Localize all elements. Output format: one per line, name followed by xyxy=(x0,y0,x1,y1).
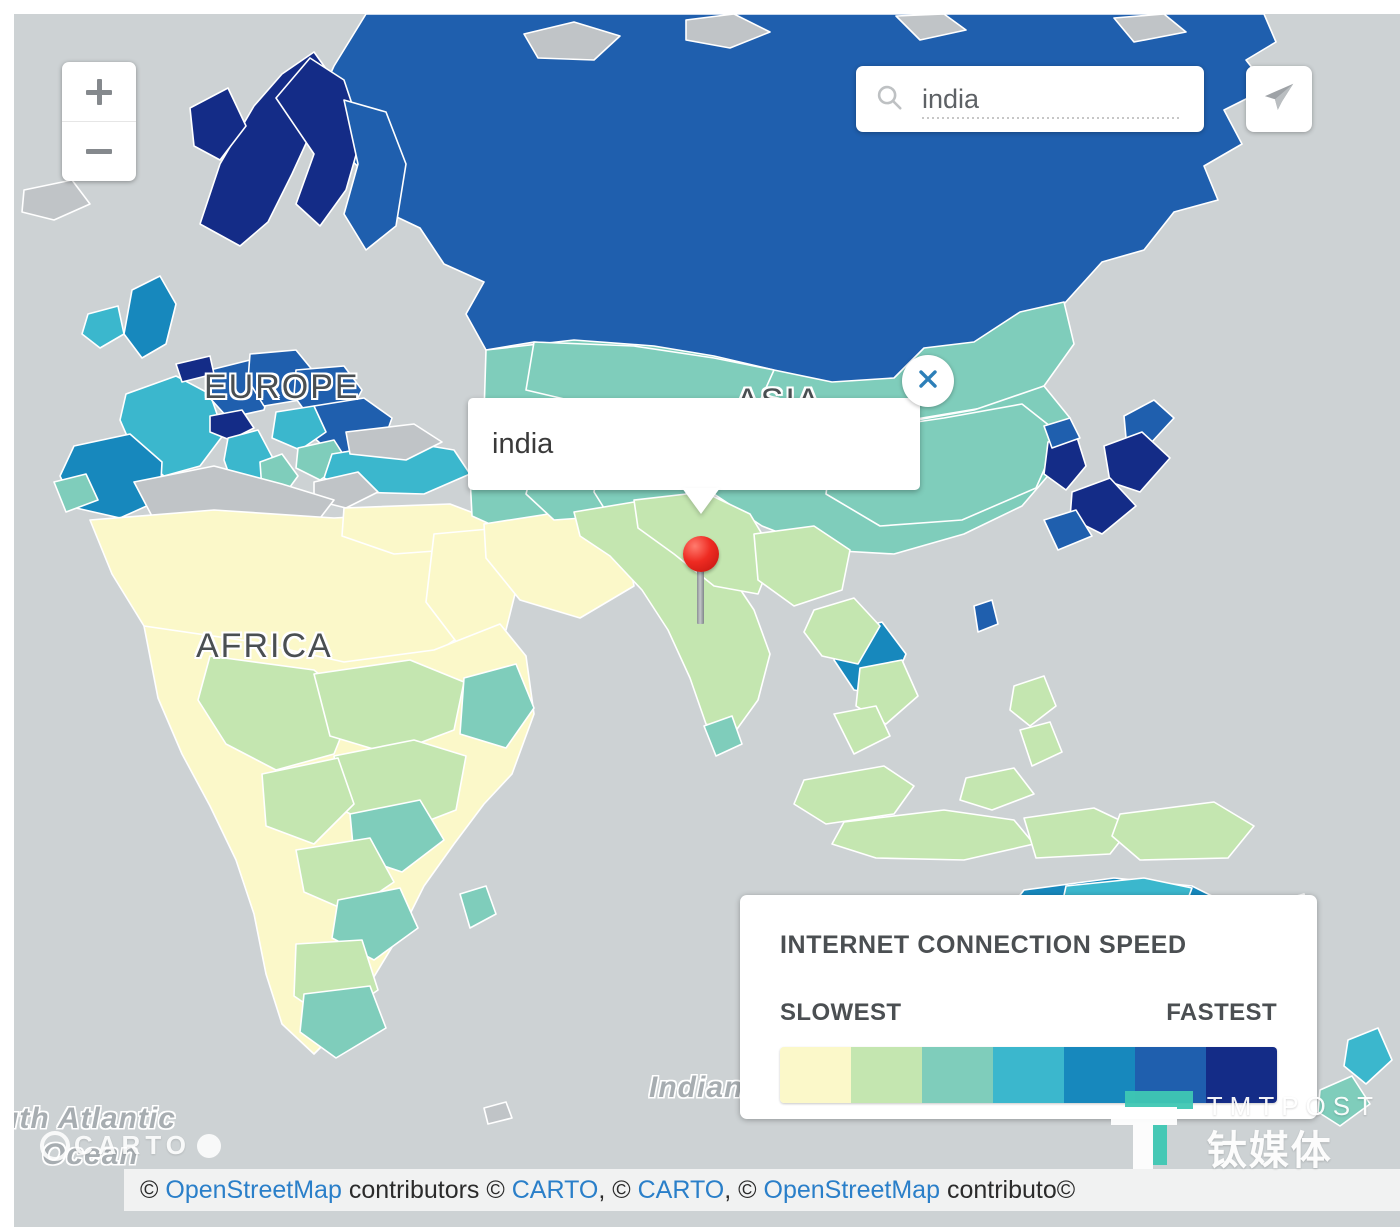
legend-swatch-5 xyxy=(1064,1047,1135,1103)
attribution-text[interactable]: © OpenStreetMap contributors © CARTO, © … xyxy=(140,1176,1075,1205)
map-label-europe: EUROPE xyxy=(204,368,360,406)
search-icon xyxy=(874,82,904,117)
attribution-plain: © xyxy=(1056,1175,1076,1204)
legend-swatch-3 xyxy=(922,1047,993,1103)
map-legend: INTERNET CONNECTION SPEED SLOWEST FASTES… xyxy=(740,895,1317,1119)
map-attribution[interactable]: © OpenStreetMap contributors © CARTO, © … xyxy=(124,1169,1400,1211)
legend-swatch-1 xyxy=(780,1047,851,1103)
attribution-plain: contributo xyxy=(940,1175,1057,1204)
minus-icon xyxy=(86,149,112,154)
attribution-link[interactable]: OpenStreetMap xyxy=(165,1176,342,1204)
send-paper-plane-icon xyxy=(1261,79,1297,120)
close-x-icon xyxy=(916,367,940,396)
plus-icon xyxy=(86,78,112,105)
carto-logo-ring-icon xyxy=(40,1130,70,1161)
map-pin-head xyxy=(683,536,719,572)
map-label-indian-ocean: Indian xyxy=(649,1071,744,1104)
map-label-africa: AFRICA xyxy=(196,627,333,665)
popup-title: india xyxy=(492,427,554,460)
search-area xyxy=(856,66,1312,132)
search-underline xyxy=(922,117,1182,119)
popup-close-button[interactable] xyxy=(902,355,954,407)
legend-endpoint-labels: SLOWEST FASTEST xyxy=(780,999,1277,1027)
location-popup[interactable]: india xyxy=(468,355,954,514)
popup-body: india xyxy=(468,398,920,490)
legend-title: INTERNET CONNECTION SPEED xyxy=(780,931,1187,959)
zoom-control[interactable] xyxy=(62,62,136,181)
attribution-plain: © xyxy=(140,1175,166,1204)
attribution-link[interactable]: CARTO xyxy=(638,1176,725,1204)
attribution-plain: , © xyxy=(724,1175,764,1204)
zoom-out-button[interactable] xyxy=(62,122,136,181)
carto-logo-watermark: CARTO xyxy=(40,1130,221,1161)
legend-swatch-6 xyxy=(1135,1047,1206,1103)
attribution-plain: , © xyxy=(598,1175,638,1204)
legend-color-ramp xyxy=(780,1047,1277,1103)
legend-swatch-7 xyxy=(1206,1047,1277,1103)
popup-tail xyxy=(682,488,720,514)
legend-high-label: FASTEST xyxy=(1166,999,1277,1026)
carto-logo-dot-icon xyxy=(196,1133,221,1158)
legend-swatch-4 xyxy=(993,1047,1064,1103)
attribution-link[interactable]: OpenStreetMap xyxy=(764,1176,941,1204)
attribution-link[interactable]: CARTO xyxy=(512,1176,599,1204)
search-field-wrapper xyxy=(922,77,1186,121)
carto-logo-text: CARTO xyxy=(74,1130,191,1160)
search-submit-button[interactable] xyxy=(1246,66,1312,132)
map-application: .c1{fill:#fbf8c9}.c2{fill:#c4e6b0}.c3{fi… xyxy=(0,0,1400,1227)
attribution-plain: contributors © xyxy=(341,1175,512,1204)
zoom-in-button[interactable] xyxy=(62,62,136,122)
legend-low-label: SLOWEST xyxy=(780,999,902,1026)
search-box[interactable] xyxy=(856,66,1204,132)
legend-swatch-2 xyxy=(851,1047,922,1103)
search-input[interactable] xyxy=(922,83,1186,115)
